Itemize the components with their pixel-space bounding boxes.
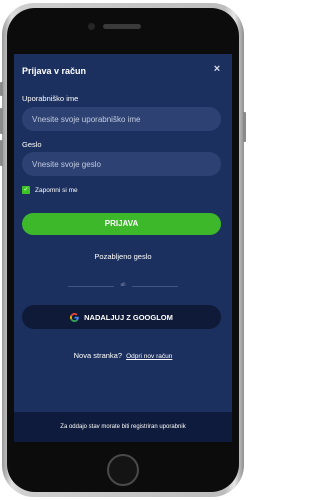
password-label: Geslo xyxy=(22,140,42,149)
username-label: Uporabniško ime xyxy=(22,94,79,103)
login-button[interactable]: PRIJAVA xyxy=(22,213,221,235)
username-input[interactable] xyxy=(22,107,221,131)
forgot-password-link[interactable]: Pozabljeno geslo xyxy=(14,252,232,261)
home-button[interactable] xyxy=(107,454,139,486)
divider-label: ali xyxy=(120,282,126,288)
phone-power-button xyxy=(243,112,246,142)
modal-header: Prijava v račun × xyxy=(14,54,232,90)
footer-notice: Za oddajo stav morate biti registriran u… xyxy=(14,412,232,442)
google-login-button[interactable]: NADALJUJ Z GOOGLOM xyxy=(22,305,221,329)
register-row: Nova stranka? Odpri nov račun xyxy=(14,351,232,360)
remember-me-checkbox[interactable]: ✓ xyxy=(22,186,30,194)
phone-mute-switch xyxy=(0,82,3,96)
close-icon[interactable]: × xyxy=(211,63,223,75)
google-button-label: NADALJUJ Z GOOGLOM xyxy=(84,312,173,322)
register-link[interactable]: Odpri nov račun xyxy=(126,353,172,360)
google-icon xyxy=(70,312,79,322)
phone-volume-down-button xyxy=(0,140,3,166)
earpiece-speaker xyxy=(103,24,141,29)
remember-me-row[interactable]: ✓ Zapomni si me xyxy=(22,185,78,195)
login-modal: Prijava v račun × Uporabniško ime Geslo … xyxy=(14,54,232,442)
divider-line-right xyxy=(132,286,178,287)
phone-volume-up-button xyxy=(0,108,3,134)
remember-me-label: Zapomni si me xyxy=(35,186,78,194)
modal-title: Prijava v račun xyxy=(22,66,87,76)
register-prompt: Nova stranka? xyxy=(73,351,122,360)
front-camera xyxy=(88,23,95,30)
password-input[interactable] xyxy=(22,152,221,176)
